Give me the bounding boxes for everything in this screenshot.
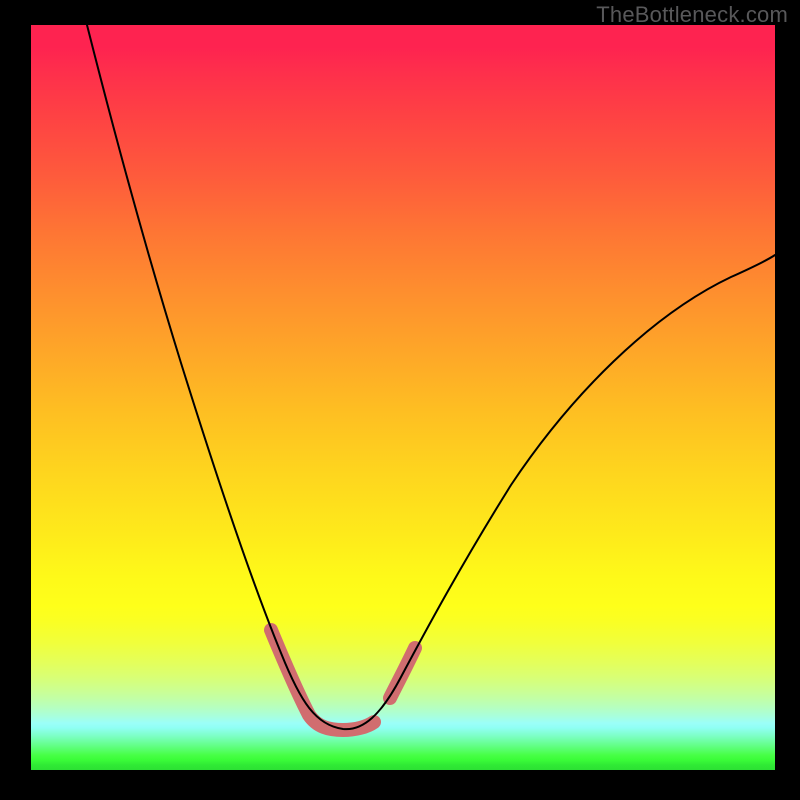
chart-frame: TheBottleneck.com bbox=[0, 0, 800, 800]
highlight-left bbox=[271, 630, 374, 730]
main-curve bbox=[87, 25, 775, 729]
curve-overlay bbox=[31, 25, 775, 770]
watermark-text: TheBottleneck.com bbox=[596, 2, 788, 28]
